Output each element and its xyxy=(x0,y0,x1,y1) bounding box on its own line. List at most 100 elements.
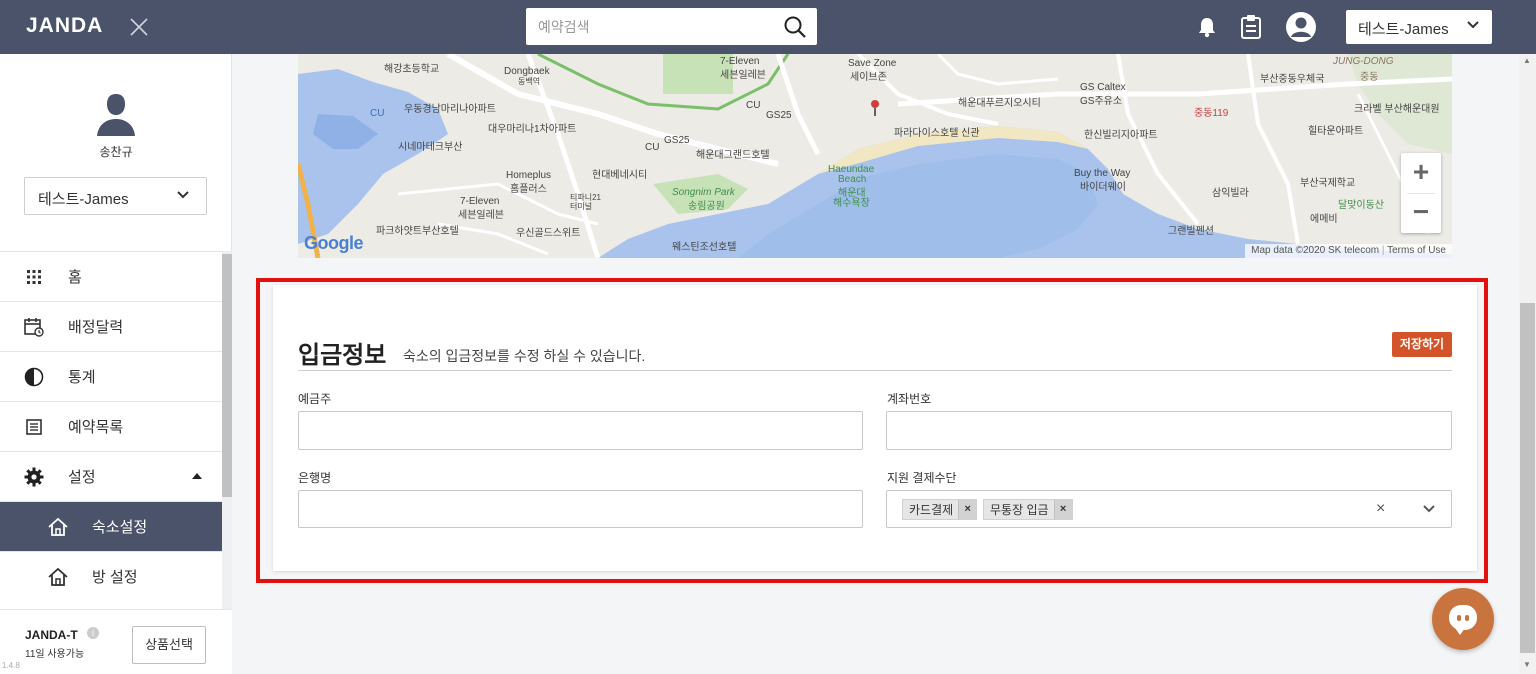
sidebar-item-label: 방 설정 xyxy=(92,569,138,586)
chat-button[interactable] xyxy=(1432,588,1494,650)
chat-bubble-icon xyxy=(1449,605,1477,635)
bank-name-field[interactable] xyxy=(298,490,863,528)
remove-tag-button[interactable]: × xyxy=(958,500,977,519)
save-button[interactable]: 저장하기 xyxy=(1392,332,1452,357)
map-zoom-control: + − xyxy=(1401,153,1441,233)
sidebar-item-settings[interactable]: 설정 xyxy=(0,451,222,501)
chevron-down-icon xyxy=(1467,21,1479,29)
map-label: 송림공원 xyxy=(688,201,725,212)
clipboard-icon[interactable] xyxy=(1240,14,1262,40)
top-bar: JANDA 테스트-James xyxy=(0,0,1536,54)
bell-icon[interactable] xyxy=(1197,16,1217,38)
map-label: 삼익빌라 xyxy=(1212,188,1249,199)
account-number-field[interactable] xyxy=(886,411,1452,450)
map-label: 시네마테크부산 xyxy=(398,142,463,153)
map-label: CU xyxy=(370,108,385,119)
remove-tag-button[interactable]: × xyxy=(1053,500,1072,519)
map-label: 터미널 xyxy=(570,202,593,211)
map-label: 그랜빌펜션 xyxy=(1168,226,1214,237)
map-terms-link[interactable]: Terms of Use xyxy=(1387,245,1446,256)
google-logo-text: Google xyxy=(304,233,364,253)
payment-methods-label: 지원 결제수단 xyxy=(887,471,957,485)
map-label: 해운대그랜드호텔 xyxy=(696,150,770,161)
sidebar-item-calendar[interactable]: 배정달력 xyxy=(0,301,222,351)
app-logo[interactable]: JANDA xyxy=(26,14,103,38)
house-outline-icon xyxy=(48,567,68,587)
pie-chart-icon xyxy=(24,367,44,387)
map-label: CU xyxy=(746,100,761,111)
sidebar-item-reservations[interactable]: 예약목록 xyxy=(0,401,222,451)
map-label: 해운대푸르지오시티 xyxy=(958,98,1041,109)
sidebar: 송찬규 테스트-James 홈 배정달력 통계 예약목록 설정 숙소설정 방 설… xyxy=(0,54,232,674)
chat-dot xyxy=(1465,615,1469,621)
map-data-credit: Map data ©2020 SK telecom xyxy=(1251,245,1380,256)
map-label: 크라벨 부산해운대원 xyxy=(1354,104,1440,115)
map-label: 해강초등학교 xyxy=(384,64,440,75)
sidebar-scroll-thumb[interactable] xyxy=(222,254,232,497)
map-label: 우신골드스위트 xyxy=(516,228,581,239)
payment-tag: 카드결제 × xyxy=(902,499,978,520)
map-label: 부산중동우체국 xyxy=(1260,74,1325,85)
google-logo: Google xyxy=(304,233,364,254)
select-plan-button[interactable]: 상품선택 xyxy=(132,626,206,664)
plan-name: JANDA-T xyxy=(25,628,78,642)
map[interactable]: 해강초등학교 우동경남마리나아파트 CU 대우마리나1차아파트 시네마테크부산 … xyxy=(298,54,1452,258)
close-icon[interactable] xyxy=(128,16,150,38)
search-box xyxy=(526,8,817,45)
sidebar-item-home[interactable]: 홈 xyxy=(0,251,222,301)
grid-icon xyxy=(24,267,44,287)
sidebar-item-label: 홈 xyxy=(68,269,82,286)
map-label: 한신빌리지아파트 xyxy=(1084,130,1158,141)
zoom-in-button[interactable]: + xyxy=(1401,153,1441,193)
section-divider xyxy=(298,370,1452,371)
search-input[interactable] xyxy=(526,8,766,45)
chat-dot xyxy=(1457,615,1461,621)
map-attribution: Map data ©2020 SK telecom | Terms of Use xyxy=(1245,244,1452,258)
scroll-up-arrow-icon[interactable]: ▲ xyxy=(1523,56,1531,65)
page-scroll-thumb[interactable] xyxy=(1520,303,1535,653)
sidebar-item-label: 숙소설정 xyxy=(92,519,148,536)
user-select[interactable]: 테스트-James xyxy=(1346,10,1492,44)
map-label: 우동경남마리나아파트 xyxy=(404,104,496,115)
map-label: 중동 xyxy=(1360,72,1379,83)
sidebar-item-stats[interactable]: 통계 xyxy=(0,351,222,401)
sidebar-item-property-settings[interactable]: 숙소설정 xyxy=(0,501,222,551)
sidebar-item-label: 통계 xyxy=(68,369,96,386)
chevron-down-icon[interactable] xyxy=(1422,504,1436,514)
map-label: 동백역 xyxy=(518,77,541,86)
zoom-out-button[interactable]: − xyxy=(1401,193,1441,233)
home-icon xyxy=(48,517,68,537)
sidebar-item-room-settings[interactable]: 방 설정 xyxy=(0,551,222,601)
map-label: 현대베네시티 xyxy=(592,170,648,181)
plan-days: 11일 사용가능 xyxy=(25,649,85,660)
map-label: 힐타운아파트 xyxy=(1308,126,1364,137)
map-label: 세븐일레븐 xyxy=(458,210,504,221)
map-label: JUNG-DONG xyxy=(1333,56,1394,67)
sidebar-item-label: 배정달력 xyxy=(68,319,124,336)
property-select-value: 테스트-James xyxy=(38,191,129,208)
map-label: GS25 xyxy=(766,110,792,121)
property-select[interactable]: 테스트-James xyxy=(24,177,207,215)
map-label: 웨스틴조선호텔 xyxy=(672,242,737,253)
scroll-down-arrow-icon[interactable]: ▼ xyxy=(1523,660,1531,669)
payment-methods-select[interactable]: 카드결제 × 무통장 입금 × × xyxy=(886,490,1452,528)
gear-icon xyxy=(24,467,44,487)
depositor-field[interactable] xyxy=(298,411,863,450)
section-description: 숙소의 입금정보를 수정 하실 수 있습니다. xyxy=(403,348,646,364)
plan-box: JANDA-T i 11일 사용가능 상품선택 xyxy=(0,609,232,674)
map-label: 중동119 xyxy=(1194,108,1229,119)
payment-tag-label: 카드결제 xyxy=(909,503,954,517)
list-icon xyxy=(24,417,44,437)
map-label: 부산국제학교 xyxy=(1300,178,1356,189)
map-label: 세븐일레븐 xyxy=(720,70,766,81)
search-icon[interactable] xyxy=(783,15,807,39)
profile-avatar-icon xyxy=(97,94,135,136)
map-label: 에메비 xyxy=(1310,214,1338,225)
payment-tag-label: 무통장 입금 xyxy=(990,503,1049,517)
chevron-down-icon xyxy=(177,191,189,199)
info-icon[interactable]: i xyxy=(87,627,99,639)
user-avatar-icon[interactable] xyxy=(1285,11,1317,43)
map-label: 세이브존 xyxy=(850,72,887,83)
clear-all-button[interactable]: × xyxy=(1376,500,1385,518)
map-label: 파라다이스호텔 신관 xyxy=(894,128,980,139)
